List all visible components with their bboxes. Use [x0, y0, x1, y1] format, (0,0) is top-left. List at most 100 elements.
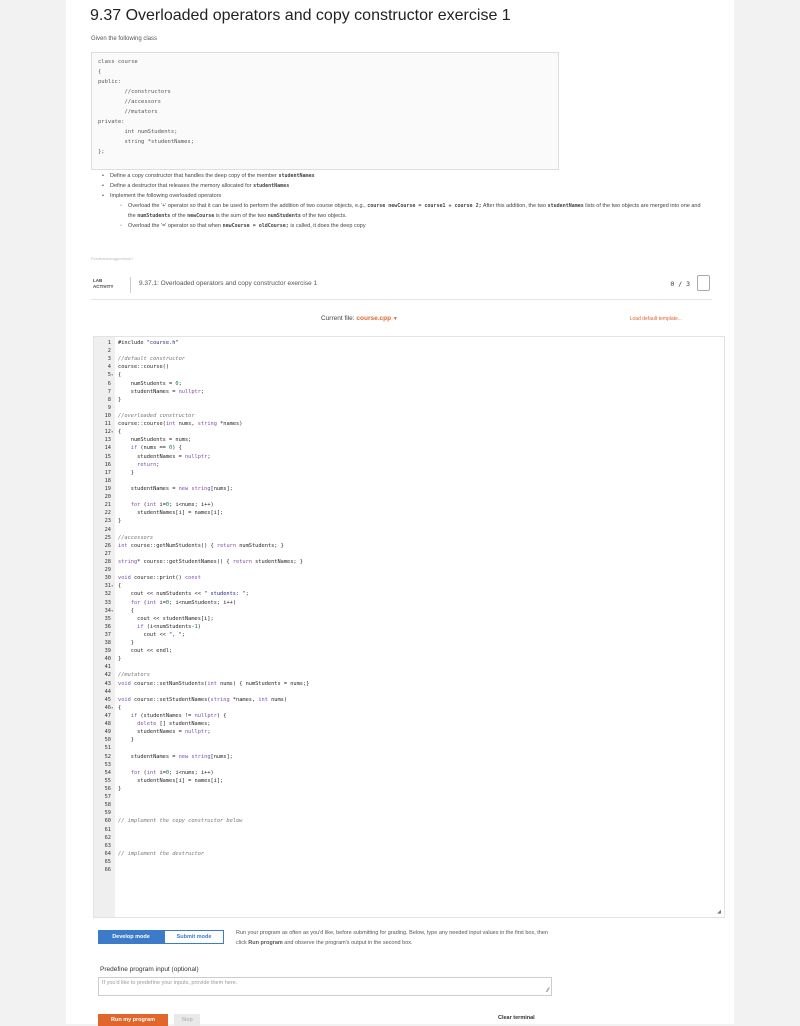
list-item: Implement the following overloaded opera… — [102, 191, 706, 231]
lab-title: 9.37.1: Overloaded operators and copy co… — [139, 280, 318, 287]
line-number: 52 — [104, 753, 111, 760]
line-number: 2 — [107, 348, 111, 355]
line-number: 22 — [104, 510, 111, 517]
line-number: 51 — [104, 745, 111, 752]
lab-badge: LAB ACTIVITY — [93, 278, 114, 290]
submit-mode-button[interactable]: Submit mode — [164, 930, 224, 944]
inline-code: newCourse — [187, 213, 215, 219]
line-number: 33 — [104, 599, 111, 606]
feedback-link[interactable]: Feedback/suggestions? — [91, 256, 133, 261]
line-number: 23 — [104, 518, 111, 525]
line-number: 42 — [104, 672, 111, 679]
line-number: 64 — [104, 850, 111, 857]
list-item: Define a copy constructor that handles t… — [102, 171, 706, 181]
code-text: numStudents = 0; — [118, 380, 182, 387]
resize-handle-icon[interactable]: ◢ — [717, 909, 721, 915]
code-text: } — [118, 640, 134, 647]
line-number: 15 — [104, 453, 111, 460]
inline-code: studentNames — [547, 203, 584, 209]
code-text: studentNames = new string[nums]; — [118, 753, 233, 760]
code-text: if (nums == 0) { — [130, 445, 182, 452]
line-number: 45 — [104, 696, 111, 703]
code-text: } — [118, 469, 134, 476]
code-text: } — [118, 737, 134, 744]
line-number: 20 — [104, 494, 111, 501]
fold-toggle-icon[interactable]: ▾ — [111, 371, 115, 379]
inline-code: studentNames — [253, 183, 290, 189]
line-number: 1 — [107, 340, 111, 346]
code-text: studentNames[i] = names[i]; — [118, 510, 224, 517]
code-text: } — [118, 396, 122, 403]
line-number: 56 — [104, 786, 111, 793]
line-number: 10 — [104, 412, 111, 419]
code-text: void course::setStudentNames(string *nam… — [118, 696, 288, 703]
predefine-input-field[interactable]: If you'd like to predefine your inputs, … — [98, 977, 552, 996]
divider — [130, 277, 131, 293]
code-editor[interactable]: 1 #include "course.h" 2 3 //default construc… — [93, 336, 725, 918]
code-text: cout << studentNames[i]; — [118, 615, 214, 622]
code-text: if (studentNames != nullptr) { — [130, 713, 227, 720]
line-number: 65 — [104, 859, 111, 865]
line-number: 19 — [104, 485, 111, 492]
run-description: Run your program as often as you'd like,… — [236, 928, 556, 948]
list-item: Overload the '+' operator so that it can… — [110, 201, 706, 221]
line-number: 63 — [104, 842, 111, 849]
bullet-text: Overload the '=' operator so that when — [128, 223, 223, 229]
code-text: for (int i=0; i<numStudents; i++) — [130, 599, 237, 606]
code-text: } — [118, 656, 122, 663]
line-number: 48 — [104, 721, 111, 728]
line-number: 66 — [104, 867, 111, 874]
inline-code: course newCourse = course1 + course 2; — [367, 203, 482, 209]
fold-toggle-icon[interactable]: ▾ — [111, 582, 115, 590]
clear-terminal-button[interactable]: Clear terminal — [498, 1015, 535, 1021]
fold-toggle-icon[interactable]: ▾ — [111, 704, 115, 712]
bullet-text: of the — [170, 213, 188, 219]
fold-toggle-icon[interactable]: ▾ — [111, 428, 115, 436]
line-number: 62 — [104, 834, 111, 841]
fold-toggle-icon[interactable]: ▾ — [111, 607, 115, 615]
code-text: { — [118, 372, 122, 379]
line-number: 46 — [104, 704, 111, 711]
code-text: // implement the copy constructor below — [118, 818, 243, 825]
line-number: 5 — [107, 372, 111, 379]
develop-mode-button[interactable]: Develop mode — [98, 930, 164, 944]
code-text: cout << numStudents << " students: "; — [118, 591, 249, 598]
lab-badge-line: ACTIVITY — [93, 284, 114, 289]
current-file-name[interactable]: course.cpp — [356, 315, 391, 322]
code-text: course::course(int nums, string *names) — [118, 421, 243, 428]
class-code-block: class course { public: //constructors //… — [91, 52, 559, 170]
line-number: 41 — [104, 664, 111, 671]
code-text: numStudents = nums; — [118, 437, 192, 444]
code-text: studentNames = nullptr; — [118, 453, 211, 460]
line-number: 37 — [104, 631, 111, 638]
line-number: 39 — [104, 648, 111, 655]
line-number: 14 — [104, 445, 111, 452]
code-text: //default constructor — [118, 356, 185, 363]
run-description-text: and observe the program's output in the … — [282, 940, 413, 946]
line-number: 18 — [104, 477, 111, 484]
file-bar: Current file: course.cpp ▼ Load default … — [91, 311, 712, 327]
code-text: void course::print() const — [118, 575, 201, 582]
code-text: } — [118, 518, 122, 525]
bullet-text: is called, it does the deep copy — [288, 223, 366, 229]
run-program-button[interactable]: Run my program — [98, 1014, 168, 1026]
code-text: studentNames[i] = names[i]; — [118, 777, 224, 784]
inline-code: studentNames — [278, 173, 315, 179]
class-code: class course { public: //constructors //… — [98, 59, 195, 155]
line-number: 35 — [104, 615, 111, 622]
line-number: 9 — [107, 404, 111, 411]
line-number: 36 — [104, 623, 111, 630]
line-number: 40 — [104, 656, 111, 663]
load-default-template-link[interactable]: Load default template... — [630, 316, 682, 322]
resize-handle-icon[interactable]: ⁄⁄ — [547, 988, 549, 994]
line-number: 60 — [104, 818, 111, 825]
run-description-bold: Run program — [248, 940, 283, 946]
code-text: studentNames = nullptr; — [118, 388, 205, 395]
chevron-down-icon[interactable]: ▼ — [393, 316, 398, 322]
line-number: 16 — [104, 461, 111, 468]
bullet-text: Overload the '+' operator so that it can… — [128, 203, 368, 209]
current-file-selector[interactable]: Current file: course.cpp ▼ — [321, 315, 398, 322]
stop-button[interactable]: Stop — [174, 1014, 200, 1026]
line-number: 21 — [104, 502, 111, 509]
code-text: studentNames = new string[nums]; — [118, 485, 233, 492]
